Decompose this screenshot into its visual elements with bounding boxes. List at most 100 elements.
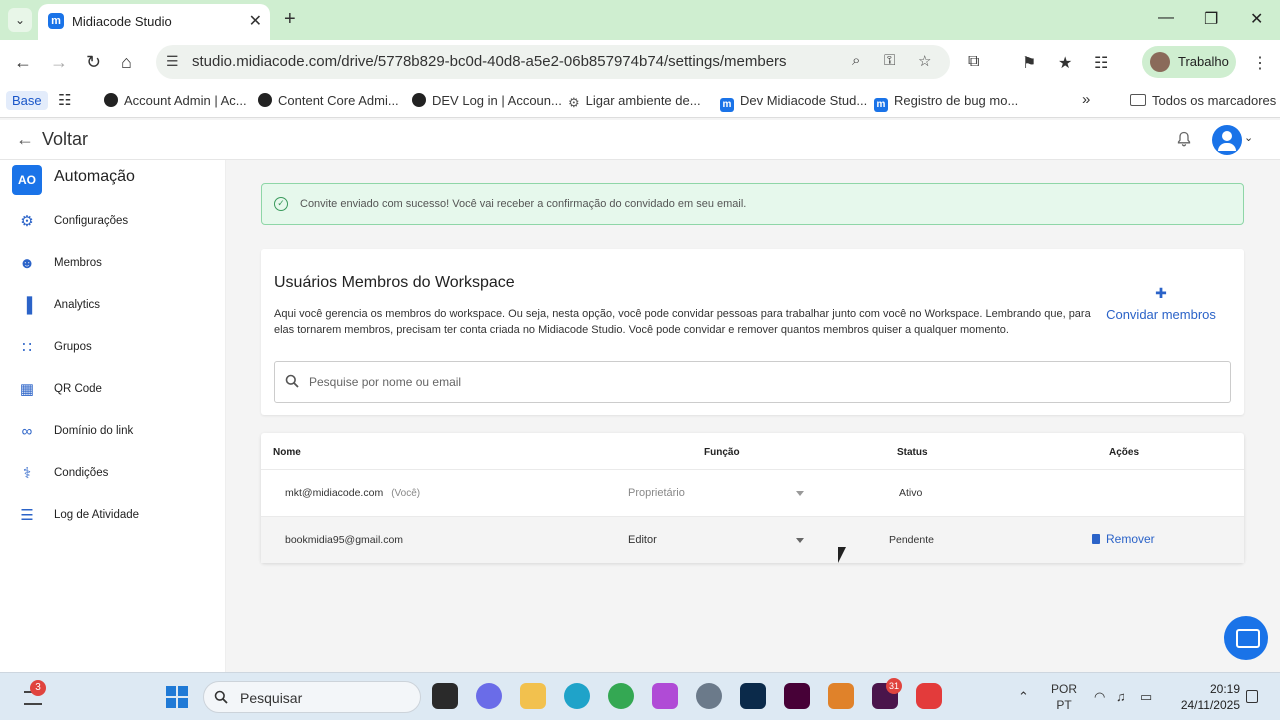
invite-members-button[interactable]: ✚ Convidar membros [1099,285,1223,325]
password-key-icon[interactable]: ⚿ [884,52,895,69]
midiacode-icon: m [720,98,734,112]
status-badge: Ativo [899,487,923,499]
close-tab-icon[interactable]: ✕ [249,11,262,31]
column-header-name: Nome [273,447,301,458]
copilot-icon[interactable] [476,683,502,709]
gear-icon: ⚙ [568,95,580,110]
address-bar[interactable]: ☰ studio.midiacode.com/drive/5778b829-bc… [156,45,950,79]
workspace-name[interactable]: Automação [54,168,135,186]
task-view-icon[interactable] [432,683,458,709]
bookmark-star-icon[interactable]: ☆ [918,52,931,70]
incognito-icon[interactable]: ⚑ [1022,53,1036,73]
widgets-badge: 3 [30,680,46,696]
sidebar-item-condicoes[interactable]: ⚕ Condições [0,457,226,491]
sidebar: AO Automação ⚙ Configurações ☻ Membros ▐… [0,160,226,672]
url-text[interactable]: studio.midiacode.com/drive/5778b829-bc0d… [192,53,787,70]
back-arrow-icon: ← [16,129,34,149]
bookmark-account-admin[interactable]: Account Admin | Ac... [104,93,247,108]
person-add-icon: ✚ [1155,285,1167,301]
tab-title: Midiacode Studio [72,14,172,29]
more-bookmarks-icon[interactable]: » [1082,91,1090,108]
app-header: ← Voltar ⌄ [0,120,1280,160]
bookmark-dev-midiacode[interactable]: m Dev Midiacode Stud... [720,93,867,112]
notifications-icon[interactable] [1246,690,1258,703]
chevron-down-icon[interactable]: ⌄ [1244,131,1253,144]
role-select[interactable]: Proprietário [621,470,811,517]
sidebar-item-label: Grupos [54,341,92,353]
extensions-icon[interactable]: ⧉ [968,53,979,71]
globe-icon [412,93,426,107]
role-select[interactable]: Editor [621,517,811,564]
tab-search-menu[interactable]: ⌄ [8,8,32,32]
sidebar-item-configuracoes[interactable]: ⚙ Configurações [0,205,226,239]
member-search [274,361,1231,403]
bookmark-registro-bug[interactable]: m Registro de bug mo... [874,93,1018,112]
zoom-search-icon[interactable]: ⌕ [852,52,860,69]
sidebar-item-label: Analytics [54,299,101,311]
user-avatar[interactable] [1212,125,1242,155]
language-indicator[interactable]: POR PT [1046,681,1082,713]
volume-icon[interactable]: ♫ [1116,689,1126,704]
chrome-icon[interactable] [608,683,634,709]
bookmark-base[interactable]: Base [6,91,48,110]
all-bookmarks-folder[interactable]: Todos os marcadores [1130,93,1276,108]
translate-icon[interactable]: ☷ [1094,53,1108,73]
sidebar-item-log-atividade[interactable]: ☰ Log de Atividade [0,499,226,533]
photoshop-icon[interactable] [740,683,766,709]
check-circle-icon: ✓ [274,197,288,211]
creative-cloud-icon[interactable] [916,683,942,709]
column-header-status: Status [897,447,928,458]
notification-bell-icon[interactable] [1176,131,1192,147]
browser-toolbar: ← → ↻ ⌂ ☰ studio.midiacode.com/drive/577… [0,40,1280,86]
workspace-avatar[interactable]: AO [12,165,42,195]
browser-tab-bar: ⌄ m Midiacode Studio ✕ + — ❐ ✕ [0,0,1280,40]
back-nav-button[interactable]: ← [14,52,32,72]
sidebar-item-grupos[interactable]: ∷ Grupos [0,331,226,365]
sidebar-item-dominio[interactable]: ∞ Domínio do link [0,415,226,449]
chat-support-button[interactable] [1224,616,1268,660]
alert-message: Convite enviado com sucesso! Você vai re… [300,198,747,210]
home-button[interactable]: ⌂ [121,52,132,72]
browser-tab[interactable]: m Midiacode Studio ✕ [38,4,270,40]
bookmark-dev-login[interactable]: DEV Log in | Accoun... [412,93,562,108]
sidebar-item-analytics[interactable]: ▐ Analytics [0,289,226,323]
favorites-icon[interactable]: ★ [1058,53,1072,73]
browser-menu-icon[interactable]: ⋮ [1252,53,1268,73]
minimize-window-button[interactable]: — [1158,9,1174,27]
battery-icon[interactable]: ▭ [1140,689,1152,705]
site-info-icon[interactable]: ☰ [166,53,179,70]
clock[interactable]: 20:19 24/11/2025 [1168,681,1240,713]
bookmark-ligar-ambiente[interactable]: ⚙ Ligar ambiente de... [568,93,701,111]
taskbar-search[interactable]: Pesquisar [203,681,421,713]
close-window-button[interactable]: ✕ [1250,9,1263,29]
apps-grid-icon[interactable]: ☷ [58,91,71,109]
back-link[interactable]: ← Voltar [16,129,88,150]
sidebar-item-qr-code[interactable]: ▦ QR Code [0,373,226,407]
wifi-icon[interactable]: ◠ [1094,689,1105,705]
language-code: POR [1050,682,1077,696]
table-row: mkt@midiacode.com (Você) Proprietário Ati… [261,469,1244,516]
gear-icon: ⚙ [20,213,34,230]
sublime-text-icon[interactable] [828,683,854,709]
restore-window-button[interactable]: ❐ [1204,9,1218,29]
bookmark-content-core[interactable]: Content Core Admi... [258,93,399,108]
members-table: Nome Função Status Ações mkt@midiacode.c… [261,433,1244,563]
you-tag: (Você) [391,488,421,499]
edge-icon[interactable] [564,683,590,709]
snipping-tool-icon[interactable] [652,683,678,709]
link-icon: ∞ [21,423,33,440]
invite-members-label: Convidar membros [1106,307,1216,322]
search-input[interactable] [309,371,1209,393]
new-tab-button[interactable]: + [284,8,296,30]
profile-chip[interactable]: Trabalho [1142,46,1236,78]
settings-icon[interactable] [696,683,722,709]
file-explorer-icon[interactable] [520,683,546,709]
globe-icon [258,93,272,107]
windows-start-icon[interactable] [166,686,188,708]
sidebar-item-membros[interactable]: ☻ Membros [0,247,226,281]
show-hidden-icons-icon[interactable]: ⌃ [1018,689,1029,705]
remove-member-button[interactable]: Remover [1092,532,1155,546]
reload-button[interactable]: ↻ [86,52,101,72]
adobe-xd-icon[interactable] [784,683,810,709]
forward-nav-button[interactable]: → [50,52,68,72]
